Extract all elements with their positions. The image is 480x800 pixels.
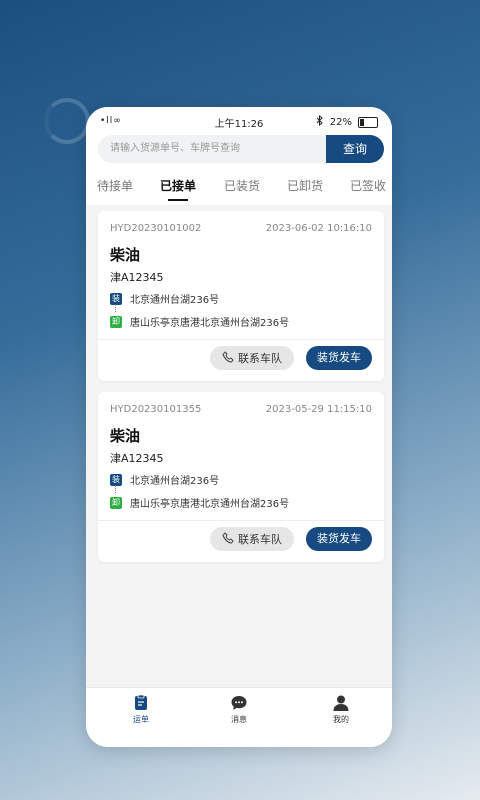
unload-address-row: 卸 唐山乐亭京唐港北京通州台湖236号 [110,314,289,329]
tab-signed[interactable]: 已签收 [350,177,386,194]
unload-tag: 卸 [110,496,122,509]
phone-icon [222,531,234,547]
order-id: HYD20230101355 [110,404,202,415]
order-card[interactable]: HYD20230101355 2023-05-29 11:15:10 柴油 津A… [98,392,384,562]
load-tag: 装 [110,292,122,305]
nav-profile-label: 我的 [333,715,349,724]
bottom-nav: 运单 消息 我的 [86,687,392,747]
bluetooth-icon [316,114,324,129]
load-address: 北京通州台湖236号 [130,295,220,306]
order-id: HYD20230101002 [110,223,202,234]
tab-unloaded[interactable]: 已卸货 [287,177,323,194]
tab-loaded[interactable]: 已装货 [224,177,260,194]
tab-pending[interactable]: 待接单 [97,177,133,194]
contact-fleet-label: 联系车队 [238,352,282,365]
plate-number: 津A12345 [110,452,164,465]
order-datetime: 2023-06-02 10:16:10 [265,223,372,234]
load-depart-button[interactable]: 装货发车 [306,527,372,551]
message-icon [209,694,269,712]
unload-address: 唐山乐亭京唐港北京通州台湖236号 [130,499,290,510]
user-icon [311,694,371,712]
tab-accepted[interactable]: 已接单 [160,177,196,194]
contact-fleet-button[interactable]: 联系车队 [210,346,294,370]
unload-address: 唐山乐亭京唐港北京通州台湖236号 [130,318,290,329]
search-input[interactable]: 请输入货源单号、车牌号查询 [98,135,326,163]
unload-address-row: 卸 唐山乐亭京唐港北京通州台湖236号 [110,495,289,510]
route-dots [115,304,118,312]
plate-number: 津A12345 [110,271,164,284]
card-divider [98,339,384,340]
load-address-row: 装 北京通州台湖236号 [110,291,219,306]
load-depart-button[interactable]: 装货发车 [306,346,372,370]
battery-percent: 22% [329,116,352,128]
nav-waybill-label: 运单 [133,715,149,724]
phone-frame: •ll∞ 上午11:26 22% 请输入货源单号、车牌号查询 查询 待接单 已接… [86,107,392,747]
battery-icon [358,116,378,128]
phone-icon [222,350,234,366]
load-address: 北京通州台湖236号 [130,476,220,487]
route-dots [115,485,118,493]
contact-fleet-label: 联系车队 [238,533,282,546]
nav-messages[interactable]: 消息 [209,694,269,725]
status-tabs: 待接单 已接单 已装货 已卸货 已签收 [86,175,392,205]
search-button[interactable]: 查询 [326,135,384,163]
nav-messages-label: 消息 [231,715,247,724]
order-card[interactable]: HYD20230101002 2023-06-02 10:16:10 柴油 津A… [98,211,384,381]
order-datetime: 2023-05-29 11:15:10 [265,404,372,415]
load-tag: 装 [110,473,122,486]
header: 请输入货源单号、车牌号查询 查询 待接单 已接单 已装货 已卸货 已签收 [86,135,392,205]
nav-profile[interactable]: 我的 [311,694,371,725]
unload-tag: 卸 [110,315,122,328]
goods-name: 柴油 [110,246,141,264]
waybill-icon [111,694,171,712]
load-address-row: 装 北京通州台湖236号 [110,472,219,487]
status-bar: •ll∞ 上午11:26 22% [86,107,392,135]
decorative-ring [44,98,90,144]
contact-fleet-button[interactable]: 联系车队 [210,527,294,551]
active-tab-indicator [168,199,188,201]
nav-waybill[interactable]: 运单 [111,694,171,725]
card-divider [98,520,384,521]
goods-name: 柴油 [110,427,141,445]
